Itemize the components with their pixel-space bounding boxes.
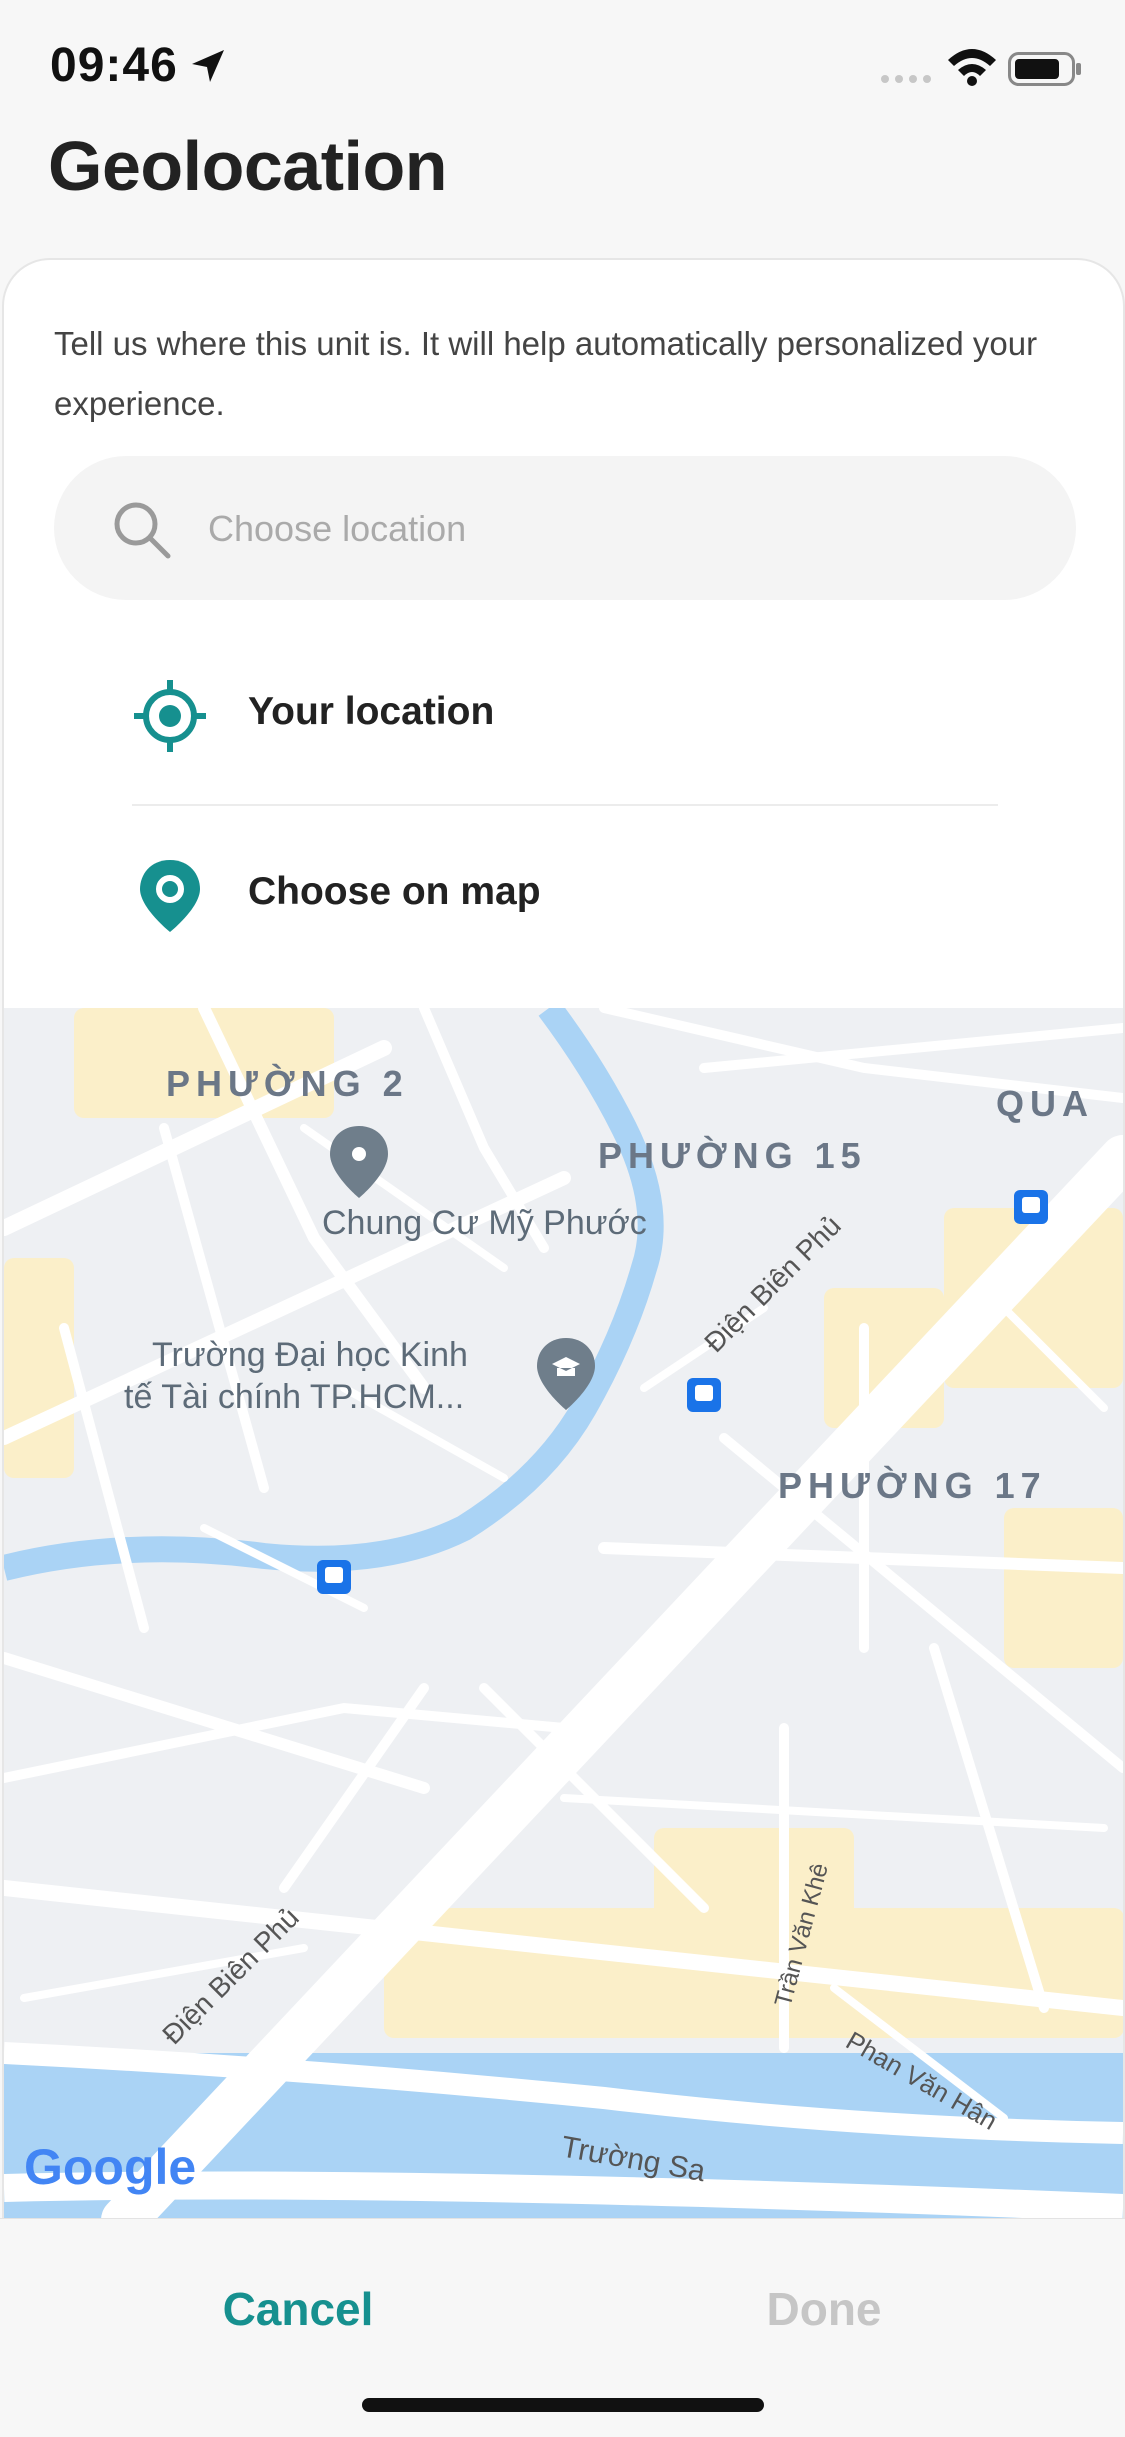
map-label-phuong-15: PHƯỜNG 15 [598,1134,867,1176]
map-label-phuong-2: PHƯỜNG 2 [166,1062,409,1104]
cancel-button[interactable]: Cancel [148,2269,448,2349]
map-label-qua: QUA [996,1083,1094,1124]
map-pin-icon [140,860,200,932]
page-title: Geolocation [48,127,447,205]
signal-icon [881,75,931,83]
crosshair-icon [134,680,206,752]
status-bar: 09:46 [0,0,1125,130]
map-label-truong-line2: tế Tài chính TP.HCM... [124,1378,464,1416]
option-divider [132,804,998,806]
map-label-phuong-17: PHƯỜNG 17 [778,1464,1047,1506]
map-view[interactable]: PHƯỜNG 2 PHƯỜNG 15 PHƯỜNG 17 QUA Chung C… [4,1008,1123,2220]
battery-icon [1008,52,1081,86]
done-button[interactable]: Done [674,2269,974,2349]
map-label-chung-cu: Chung Cư Mỹ Phước [322,1204,647,1242]
google-logo: Google [24,2139,196,2195]
bus-stop-icon[interactable] [317,1560,351,1594]
search-icon [114,502,171,559]
map-label-truong-line1: Trường Đại học Kinh [152,1336,468,1374]
bus-stop-icon[interactable] [1014,1190,1048,1224]
home-indicator[interactable] [362,2398,764,2412]
location-arrow-icon [192,50,224,82]
search-input[interactable] [206,494,1030,564]
your-location-option[interactable]: Your location [4,640,1123,790]
choose-on-map-label: Choose on map [248,870,541,913]
wifi-icon [948,49,996,86]
status-time: 09:46 [50,39,178,92]
your-location-label: Your location [248,690,495,733]
location-sheet: Tell us where this unit is. It will help… [2,258,1125,2222]
map-canvas[interactable]: PHƯỜNG 2 PHƯỜNG 15 PHƯỜNG 17 QUA Chung C… [4,1008,1123,2220]
bus-stop-icon[interactable] [687,1378,721,1412]
choose-on-map-option[interactable]: Choose on map [4,820,1123,970]
sheet-description: Tell us where this unit is. It will help… [54,325,1038,422]
search-bar[interactable] [54,456,1076,600]
